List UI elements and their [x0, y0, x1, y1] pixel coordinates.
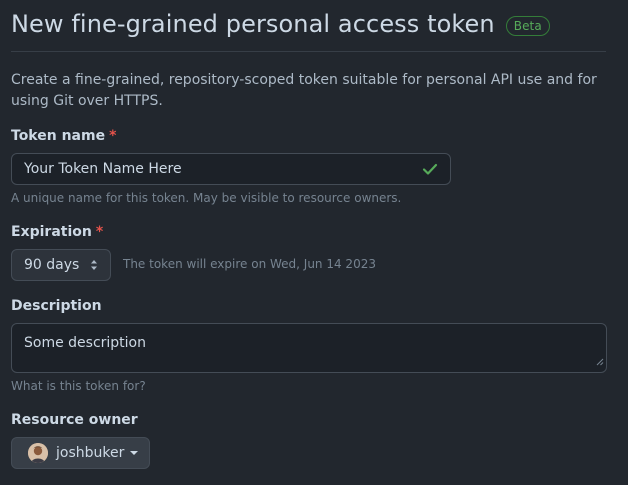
expiration-selected-value: 90 days: [24, 257, 80, 273]
resize-grip-icon[interactable]: [596, 354, 604, 370]
resource-owner-label: Resource owner: [11, 412, 138, 428]
intro-text: Create a fine-grained, repository-scoped…: [11, 72, 597, 109]
avatar: [28, 443, 48, 463]
check-icon: [422, 161, 438, 177]
token-name-value: Your Token Name Here: [24, 161, 182, 177]
description-value: Some description: [24, 335, 146, 351]
new-token-page: New fine-grained personal access token B…: [0, 0, 628, 485]
caret-down-icon: [130, 450, 139, 456]
title-divider: [11, 51, 606, 52]
token-name-label: Token name *: [11, 128, 116, 144]
expiration-note: The token will expire on Wed, Jun 14 202…: [123, 257, 376, 271]
required-marker: *: [95, 224, 104, 240]
token-name-hint: A unique name for this token. May be vis…: [11, 191, 402, 205]
expiration-label-text: Expiration: [11, 224, 92, 240]
page-title-text: New fine-grained personal access token: [11, 10, 495, 38]
token-name-input[interactable]: Your Token Name Here: [11, 153, 451, 185]
expiration-label: Expiration *: [11, 224, 103, 240]
select-arrows-icon: [90, 259, 98, 271]
description-textarea[interactable]: Some description: [11, 323, 607, 373]
description-hint: What is this token for?: [11, 379, 146, 393]
token-name-label-text: Token name: [11, 128, 106, 144]
page-title: New fine-grained personal access token B…: [11, 10, 550, 38]
beta-badge: Beta: [505, 16, 550, 36]
resource-owner-button[interactable]: joshbuker: [11, 437, 150, 469]
expiration-select[interactable]: 90 days: [11, 249, 111, 281]
required-marker: *: [109, 128, 117, 144]
description-label: Description: [11, 298, 102, 314]
resource-owner-name: joshbuker: [56, 445, 125, 461]
